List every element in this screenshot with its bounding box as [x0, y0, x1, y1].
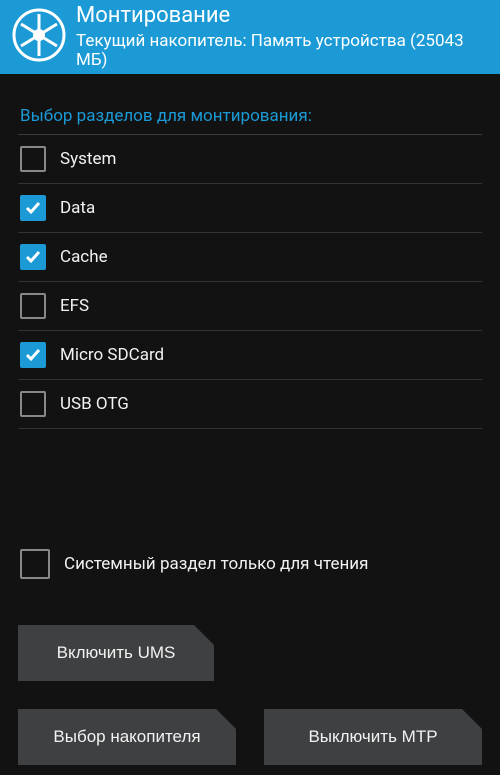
- partition-label: USB OTG: [60, 394, 129, 414]
- partition-row[interactable]: Cache: [18, 233, 482, 282]
- disable-mtp-button[interactable]: Выключить MTP: [264, 709, 482, 765]
- header: Монтирование Текущий накопитель: Память …: [0, 0, 500, 74]
- partition-row[interactable]: System: [18, 135, 482, 184]
- section-label: Выбор разделов для монтирования:: [18, 92, 482, 134]
- partition-label: Micro SDCard: [60, 345, 164, 365]
- enable-ums-button[interactable]: Включить UMS: [18, 625, 214, 681]
- partition-row[interactable]: Data: [18, 184, 482, 233]
- page-title: Монтирование: [76, 4, 488, 28]
- partition-label: EFS: [60, 296, 89, 316]
- button-area: Включить UMS Выбор накопителя Выключить …: [0, 625, 500, 765]
- readonly-checkbox-row[interactable]: Системный раздел только для чтения: [18, 539, 482, 589]
- partition-checkbox[interactable]: [20, 293, 46, 319]
- partition-row[interactable]: USB OTG: [18, 380, 482, 429]
- partition-label: System: [60, 149, 116, 169]
- partition-list: System Data Cache EFS Micro SDCard USB OTG: [18, 135, 482, 429]
- select-storage-button[interactable]: Выбор накопителя: [18, 709, 236, 765]
- twrp-logo-icon: [12, 8, 66, 66]
- partition-checkbox[interactable]: [20, 391, 46, 417]
- partition-row[interactable]: Micro SDCard: [18, 331, 482, 380]
- partition-checkbox[interactable]: [20, 244, 46, 270]
- readonly-label: Системный раздел только для чтения: [64, 554, 368, 574]
- partition-checkbox[interactable]: [20, 146, 46, 172]
- partition-checkbox[interactable]: [20, 342, 46, 368]
- readonly-checkbox[interactable]: [20, 549, 50, 579]
- partition-checkbox[interactable]: [20, 195, 46, 221]
- storage-subtitle: Текущий накопитель: Память устройства (2…: [76, 32, 488, 69]
- partition-label: Cache: [60, 247, 108, 267]
- partition-row[interactable]: EFS: [18, 282, 482, 331]
- partition-label: Data: [60, 198, 95, 218]
